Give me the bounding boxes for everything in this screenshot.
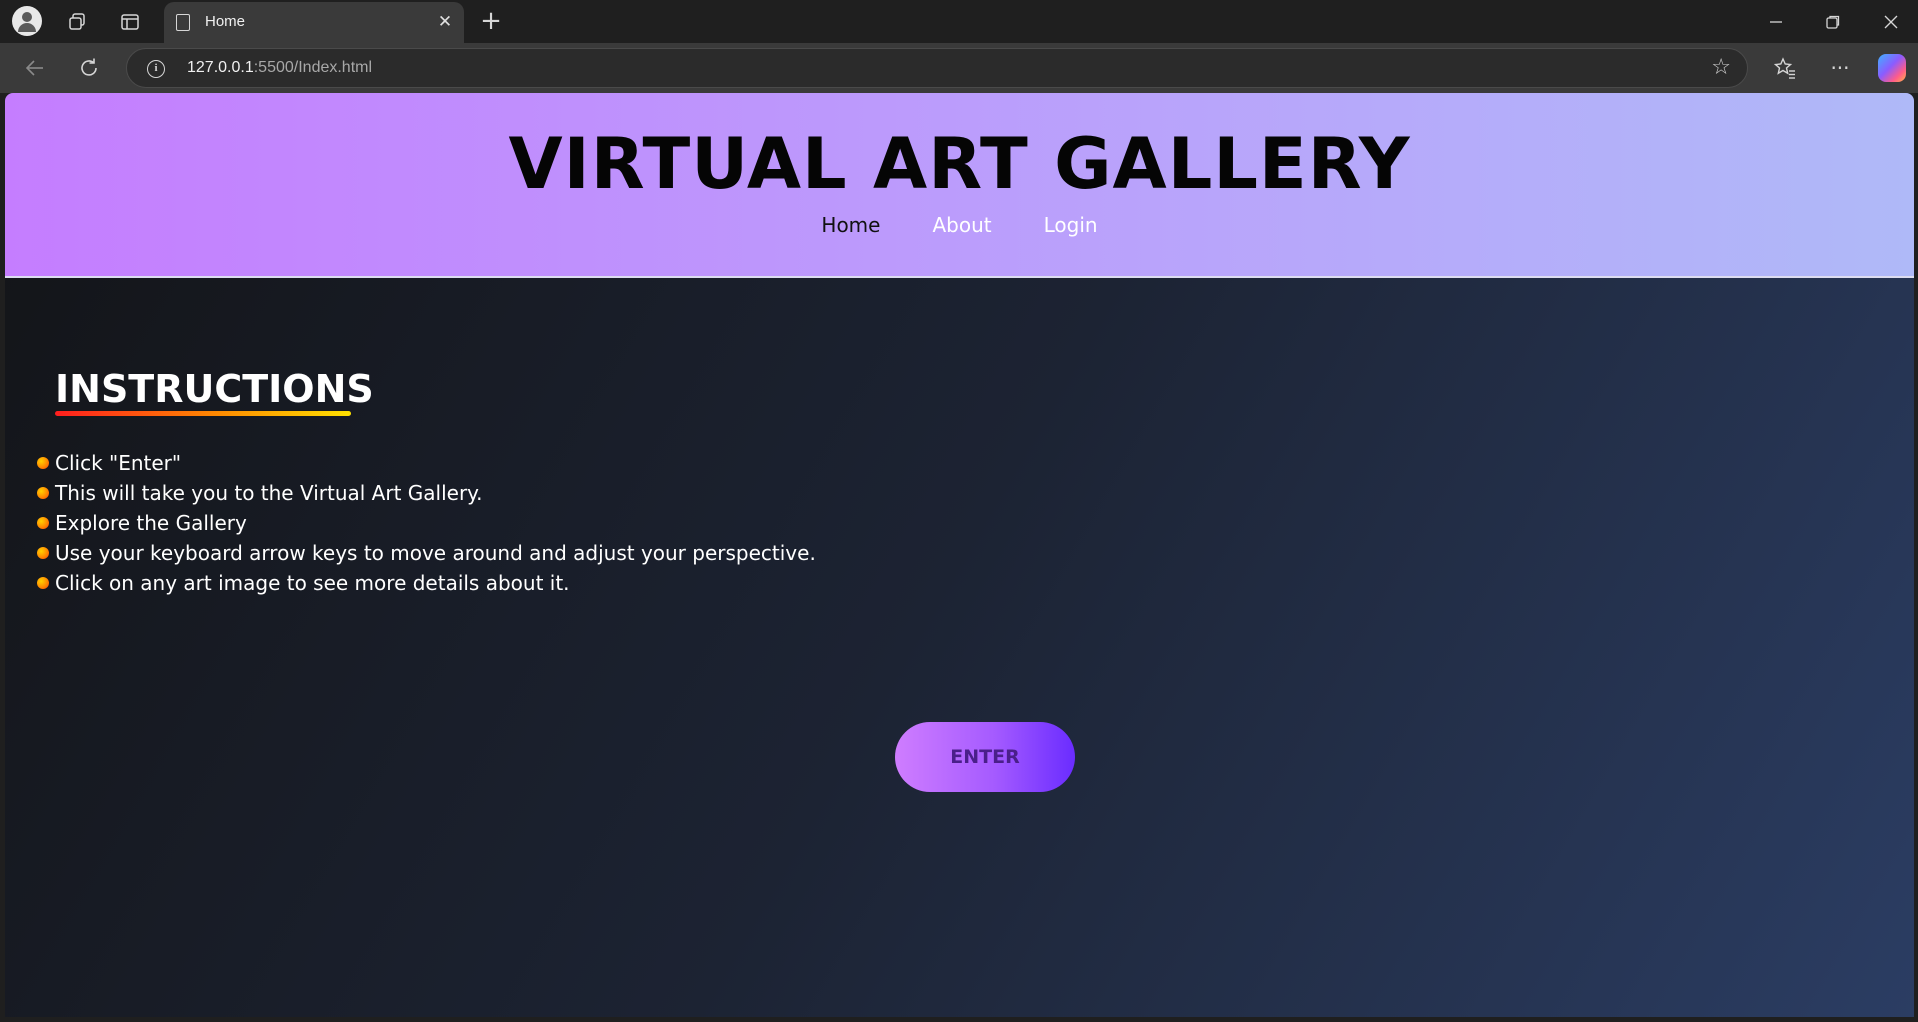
tab-actions-icon[interactable] (117, 9, 143, 35)
enter-button[interactable]: ENTER (895, 722, 1075, 792)
tab-title: Home (205, 13, 246, 30)
profile-icon[interactable] (12, 6, 42, 36)
site-title: VIRTUAL ART GALLERY (508, 123, 1411, 205)
main-nav: Home About Login (5, 213, 1914, 237)
browser-tab-bar: Home ✕ + (0, 0, 1918, 43)
close-window-icon[interactable] (1879, 10, 1903, 34)
instructions-list: Click "Enter" This will take you to the … (37, 448, 816, 598)
page-icon (176, 14, 190, 31)
instructions-heading: INSTRUCTIONS (55, 367, 374, 411)
favorites-icon[interactable] (1772, 55, 1798, 81)
bullet-icon (37, 457, 49, 469)
tab-home[interactable]: Home ✕ (164, 2, 464, 43)
browser-toolbar: i 127.0.0.1:5500/Index.html ☆ ··· (0, 43, 1918, 93)
nav-about-link[interactable]: About (932, 213, 991, 237)
url-host: 127.0.0.1 (187, 59, 254, 76)
refresh-icon[interactable] (76, 55, 102, 81)
restore-icon[interactable] (1821, 10, 1845, 34)
bullet-icon (37, 517, 49, 529)
instruction-text: Click "Enter" (55, 451, 182, 475)
list-item: Explore the Gallery (37, 508, 816, 538)
plus-icon[interactable]: + (478, 8, 504, 34)
list-item: This will take you to the Virtual Art Ga… (37, 478, 816, 508)
minimize-icon[interactable] (1764, 10, 1788, 34)
back-arrow-icon[interactable] (22, 55, 48, 81)
bullet-icon (37, 487, 49, 499)
list-item: Click on any art image to see more detai… (37, 568, 816, 598)
instruction-text: Explore the Gallery (55, 511, 247, 535)
info-icon[interactable]: i (147, 60, 165, 78)
url-path: :5500/Index.html (253, 59, 373, 76)
heading-underline (55, 411, 351, 416)
copilot-icon[interactable] (1878, 54, 1906, 82)
address-bar[interactable]: i 127.0.0.1:5500/Index.html ☆ (126, 48, 1748, 88)
url-text[interactable]: 127.0.0.1:5500/Index.html (187, 59, 372, 77)
more-icon[interactable]: ··· (1827, 55, 1853, 81)
bullet-icon (37, 547, 49, 559)
instruction-text: This will take you to the Virtual Art Ga… (55, 481, 483, 505)
nav-home-link[interactable]: Home (821, 213, 880, 237)
star-icon[interactable]: ☆ (1711, 55, 1731, 80)
page-viewport: VIRTUAL ART GALLERY Home About Login INS… (5, 93, 1914, 1017)
site-header: VIRTUAL ART GALLERY Home About Login (5, 93, 1914, 278)
instruction-text: Click on any art image to see more detai… (55, 571, 570, 595)
list-item: Click "Enter" (37, 448, 816, 478)
workspaces-icon[interactable] (64, 9, 90, 35)
close-icon[interactable]: ✕ (434, 11, 456, 33)
list-item: Use your keyboard arrow keys to move aro… (37, 538, 816, 568)
bullet-icon (37, 577, 49, 589)
instruction-text: Use your keyboard arrow keys to move aro… (55, 541, 816, 565)
nav-login-link[interactable]: Login (1044, 213, 1098, 237)
